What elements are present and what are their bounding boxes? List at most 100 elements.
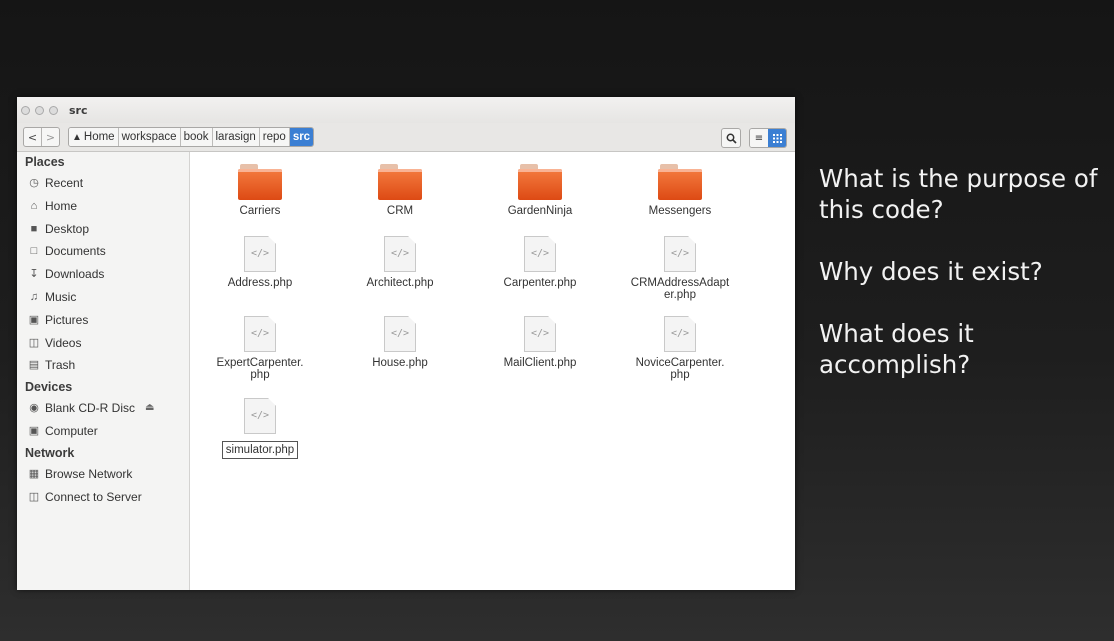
clock-icon: ◷: [29, 177, 39, 189]
navigation-buttons: < >: [23, 127, 60, 147]
sidebar-item-home[interactable]: ⌂ Home: [17, 195, 189, 218]
file-item[interactable]: </> ExpertCarpenter. php: [190, 316, 330, 381]
folder-item[interactable]: CRM: [330, 164, 470, 217]
search-icon: [726, 133, 737, 144]
sidebar-heading-network: Network: [25, 445, 75, 460]
sidebar: Places ◷ Recent ⌂ Home ■ Desktop □ Documents…: [17, 152, 190, 590]
file-item[interactable]: </> Address.php: [190, 236, 330, 289]
breadcrumb-workspace[interactable]: workspace: [117, 128, 180, 146]
folder-item[interactable]: Carriers: [190, 164, 330, 217]
file-name: Messengers: [648, 205, 712, 217]
file-grid: Carriers CRM GardenNinja Messengers </> …: [190, 152, 795, 590]
php-file-icon: </>: [384, 236, 416, 272]
file-item[interactable]: </> Architect.php: [330, 236, 470, 289]
network-icon: ▦: [28, 467, 40, 480]
file-name: GardenNinja: [507, 205, 573, 217]
file-name: Carpenter.php: [503, 277, 577, 289]
slide-questions: What is the purpose of this code? Why do…: [819, 163, 1099, 411]
breadcrumb-src[interactable]: src: [288, 128, 314, 146]
forward-button[interactable]: >: [41, 128, 59, 146]
php-file-icon: </>: [524, 316, 556, 352]
sidebar-item-pictures[interactable]: ▣ Pictures: [17, 309, 189, 332]
file-name-line-2: php: [670, 369, 690, 381]
maximize-window-button[interactable]: [49, 105, 58, 115]
file-name-line-1: NoviceCarpenter.: [635, 357, 725, 369]
sidebar-item-documents[interactable]: □ Documents: [17, 240, 189, 263]
desktop-icon: ■: [30, 222, 38, 235]
list-view-button[interactable]: ≡: [750, 129, 768, 147]
sidebar-item-computer[interactable]: ▣ Computer: [17, 420, 189, 443]
file-name-line-1: CRMAddressAdapt: [630, 277, 730, 289]
toolbar: < > ▲ Home workspace book larasign repo s…: [17, 123, 795, 152]
file-name: Architect.php: [366, 277, 434, 289]
folder-icon: [658, 164, 702, 200]
search-button[interactable]: [721, 128, 741, 148]
grid-icon: [772, 133, 782, 143]
breadcrumb-repo[interactable]: repo: [258, 128, 289, 146]
view-mode-toggle: ≡: [749, 128, 787, 148]
folder-icon: [238, 164, 282, 200]
breadcrumb-home[interactable]: ▲ Home: [69, 128, 118, 146]
eject-icon[interactable]: ⏏: [145, 397, 154, 420]
file-item-selected[interactable]: </> simulator.php: [190, 398, 330, 459]
sidebar-item-trash[interactable]: ▤ Trash: [17, 354, 189, 377]
php-file-icon: </>: [244, 236, 276, 272]
back-button[interactable]: <: [24, 128, 41, 146]
file-item[interactable]: </> CRMAddressAdapt er.php: [610, 236, 750, 301]
file-item[interactable]: </> MailClient.php: [470, 316, 610, 369]
file-name: Address.php: [227, 277, 293, 289]
file-name: MailClient.php: [503, 357, 577, 369]
sidebar-heading-devices: Devices: [25, 380, 73, 395]
file-name: Carriers: [239, 205, 281, 217]
file-item[interactable]: </> Carpenter.php: [470, 236, 610, 289]
window-title: src: [69, 103, 88, 117]
trash-icon: ▤: [28, 359, 40, 372]
toolbar-right: ≡: [721, 128, 787, 148]
question-purpose: What is the purpose of this code?: [819, 164, 1098, 224]
file-item[interactable]: </> House.php: [330, 316, 470, 369]
file-name: CRM: [386, 205, 414, 217]
breadcrumb-book[interactable]: book: [179, 128, 212, 146]
list-icon: ≡: [754, 132, 764, 144]
computer-icon: ▣: [28, 424, 40, 437]
camera-icon: ▣: [28, 313, 40, 326]
close-window-button[interactable]: [21, 105, 30, 115]
question-accomplish: What does it accomplish?: [819, 319, 974, 379]
folder-icon: [378, 164, 422, 200]
folder-item[interactable]: Messengers: [610, 164, 750, 217]
folder-item[interactable]: GardenNinja: [470, 164, 610, 217]
grid-view-button[interactable]: [768, 129, 786, 147]
file-manager-window: src < > ▲ Home workspace book larasign re…: [17, 97, 795, 590]
php-file-icon: </>: [384, 316, 416, 352]
breadcrumb-larasign[interactable]: larasign: [211, 128, 259, 146]
file-item[interactable]: </> NoviceCarpenter. php: [610, 316, 750, 381]
sidebar-item-cd-disc[interactable]: ◉ Blank CD-R Disc ⏏: [17, 397, 189, 420]
minimize-window-button[interactable]: [35, 105, 44, 115]
download-icon: ↧: [29, 268, 39, 281]
film-icon: ◫: [28, 336, 40, 349]
disc-icon: ◉: [29, 402, 39, 415]
sidebar-item-music[interactable]: ♫ Music: [17, 286, 189, 309]
php-file-icon: </>: [664, 236, 696, 272]
sidebar-item-browse-network[interactable]: ▦ Browse Network: [17, 463, 189, 486]
music-icon: ♫: [29, 290, 39, 303]
document-icon: □: [30, 245, 38, 258]
php-file-icon: </>: [244, 398, 276, 434]
sidebar-item-recent[interactable]: ◷ Recent: [17, 172, 189, 195]
sidebar-item-videos[interactable]: ◫ Videos: [17, 332, 189, 355]
file-name[interactable]: simulator.php: [221, 441, 299, 459]
home-icon: ▲: [72, 132, 82, 143]
question-why-exist: Why does it exist?: [819, 257, 1043, 286]
file-name: House.php: [372, 357, 428, 369]
sidebar-heading-places: Places: [25, 155, 65, 169]
php-file-icon: </>: [664, 316, 696, 352]
sidebar-item-connect-server[interactable]: ◫ Connect to Server: [17, 486, 189, 509]
php-file-icon: </>: [244, 316, 276, 352]
php-file-icon: </>: [524, 236, 556, 272]
sidebar-item-downloads[interactable]: ↧ Downloads: [17, 263, 189, 286]
home-icon: ⌂: [30, 199, 38, 212]
server-icon: ◫: [28, 490, 40, 503]
sidebar-item-desktop[interactable]: ■ Desktop: [17, 218, 189, 241]
folder-icon: [518, 164, 562, 200]
title-bar: src: [17, 97, 795, 123]
